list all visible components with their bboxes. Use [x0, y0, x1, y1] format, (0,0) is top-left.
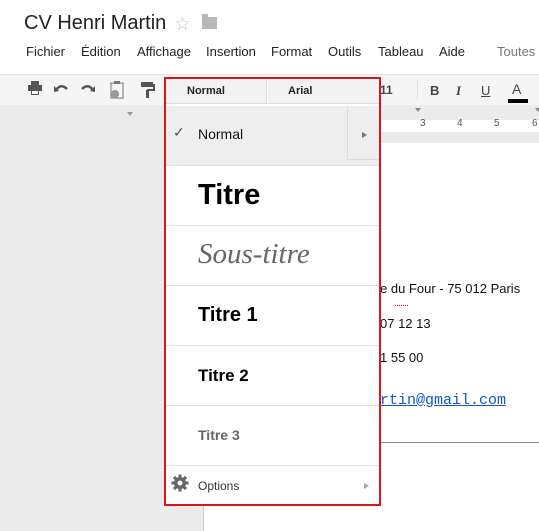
options-label: Options	[198, 479, 240, 493]
folder-icon[interactable]	[202, 14, 217, 29]
document-title[interactable]: CV Henri Martin	[24, 12, 166, 35]
style-option-label: Sous-titre	[198, 238, 310, 270]
undo-icon[interactable]	[53, 81, 69, 100]
style-option-titre[interactable]: Titre	[166, 166, 379, 226]
menu-affichage[interactable]: Affichage	[137, 44, 191, 59]
toolbar-divider	[417, 81, 418, 99]
horizontal-rule	[380, 442, 539, 443]
menu-outils[interactable]: Outils	[328, 44, 361, 59]
ruler-strip: 3 4 5 6	[380, 118, 539, 132]
paste-format-icon[interactable]	[110, 81, 124, 104]
style-select[interactable]: Normal	[166, 79, 267, 104]
ruler-indent-marker[interactable]	[127, 112, 133, 116]
address-line[interactable]: e du Four - 75 012 Paris	[380, 281, 520, 296]
style-option-label: Titre	[198, 179, 261, 211]
email-link[interactable]: rtin@gmail.com	[380, 392, 506, 409]
style-option-titre-2[interactable]: Titre 2	[166, 346, 379, 406]
menu-format[interactable]: Format	[271, 44, 312, 59]
style-option-titre-3[interactable]: Titre 3	[166, 406, 379, 466]
underline-button[interactable]: U	[481, 83, 490, 98]
style-option-label: Titre 3	[198, 427, 240, 443]
spellcheck-underline	[395, 305, 408, 306]
normal-submenu-button[interactable]	[347, 106, 379, 160]
ruler-number: 6	[532, 118, 538, 129]
gear-icon	[171, 474, 189, 497]
style-option-sous-titre[interactable]: Sous-titre	[166, 226, 379, 286]
chevron-right-icon	[364, 483, 369, 489]
options-menu-item[interactable]: Options	[166, 466, 379, 504]
style-option-label: Normal	[198, 126, 244, 142]
paint-format-icon[interactable]	[141, 81, 155, 104]
italic-button[interactable]: I	[456, 83, 461, 99]
text-color-button[interactable]: A	[512, 81, 521, 97]
menu-saved-status: Toutes	[497, 44, 536, 59]
bold-button[interactable]: B	[430, 83, 439, 98]
star-icon[interactable]: ☆	[174, 13, 191, 36]
paragraph-style-dropdown: Normal Arial ✓ Normal Titre Sous-titre T…	[164, 77, 381, 506]
ruler-indent-marker[interactable]	[415, 108, 421, 112]
ruler-number: 3	[420, 118, 426, 129]
menu-bar: Fichier Édition Affichage Insertion Form…	[0, 44, 539, 64]
redo-icon[interactable]	[80, 81, 96, 100]
menu-aide[interactable]: Aide	[439, 44, 465, 59]
menu-tableau[interactable]: Tableau	[378, 44, 424, 59]
ruler-number: 5	[494, 118, 500, 129]
style-option-normal[interactable]: ✓ Normal	[166, 106, 379, 166]
menu-fichier[interactable]: Fichier	[26, 44, 65, 59]
menu-insertion[interactable]: Insertion	[206, 44, 256, 59]
font-size-select[interactable]: 11	[380, 83, 393, 97]
ruler-right-indent-marker[interactable]	[535, 108, 539, 112]
menu-edition[interactable]: Édition	[81, 44, 121, 59]
style-option-titre-1[interactable]: Titre 1	[166, 286, 379, 346]
font-select[interactable]: Arial	[268, 79, 379, 104]
print-icon[interactable]	[27, 81, 43, 100]
phone-line-2[interactable]: 1 55 00	[380, 350, 423, 365]
text-color-swatch	[508, 99, 528, 103]
style-option-label: Titre 1	[198, 304, 258, 326]
check-icon: ✓	[173, 124, 185, 140]
ruler-number: 4	[457, 118, 463, 129]
ruler: 3 4 5 6	[380, 105, 539, 143]
phone-line-1[interactable]: 07 12 13	[380, 316, 431, 331]
chevron-right-icon	[362, 132, 367, 138]
style-option-label: Titre 2	[198, 366, 249, 385]
